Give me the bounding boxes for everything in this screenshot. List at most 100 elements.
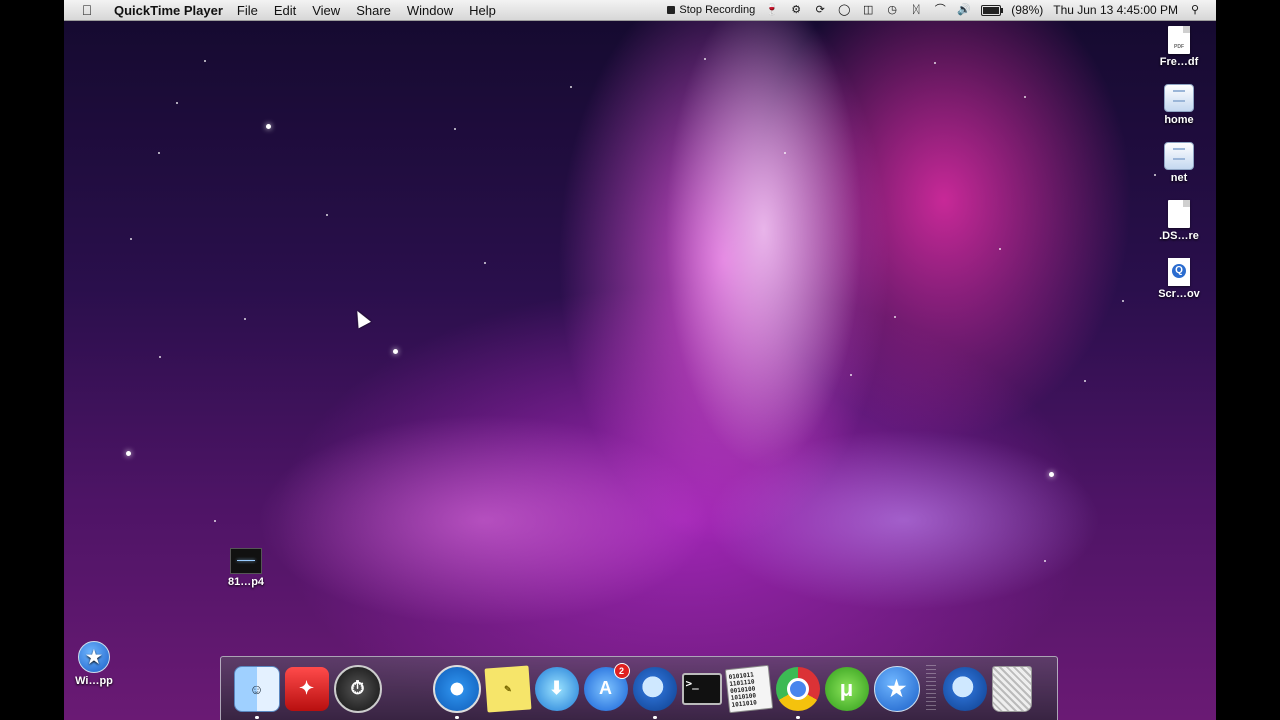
dock-quicktime-doc[interactable] (942, 666, 987, 711)
star (393, 349, 398, 354)
menu-clock[interactable]: Thu Jun 13 4:45:00 PM (1053, 3, 1178, 17)
dock-utorrent[interactable]: μ (824, 666, 869, 711)
menu-view[interactable]: View (312, 3, 340, 18)
letterbox-left (0, 0, 64, 720)
dock-safari[interactable] (432, 664, 481, 719)
star-app-icon: ★ (78, 641, 110, 673)
star (484, 262, 486, 264)
star (570, 86, 572, 88)
blank-document-icon (1168, 200, 1190, 228)
star (244, 318, 246, 320)
desktop-icon-net[interactable]: net (1149, 142, 1209, 184)
star (266, 124, 271, 129)
network-drive-icon (1164, 142, 1194, 170)
desktop-icon-label: Wi…pp (75, 675, 113, 687)
star (850, 374, 852, 376)
dock-binary-app[interactable]: 0101011 1101110 0010100 1010100 1011010 (724, 664, 773, 713)
desktop-icon-screen-recording[interactable]: Scr…ov (1149, 258, 1209, 300)
star (1084, 380, 1086, 382)
stop-recording-button[interactable]: Stop Recording (667, 4, 755, 16)
search-icon[interactable]: ⚲ (1188, 4, 1202, 16)
dock-star-app[interactable]: ★ (873, 665, 920, 712)
desktop-icon-label: net (1170, 172, 1188, 184)
desktop-icon-home[interactable]: home (1149, 84, 1209, 126)
app-menu[interactable]: QuickTime Player (114, 3, 223, 18)
menu-edit[interactable]: Edit (274, 3, 296, 18)
dock-quicktime[interactable] (632, 666, 677, 719)
star (999, 248, 1001, 250)
menu-help[interactable]: Help (469, 3, 496, 18)
wine-glass-icon[interactable]: 🍷 (765, 4, 779, 16)
dock-trash[interactable] (991, 665, 1032, 712)
dashboard-icon: ⏱ (350, 678, 365, 698)
sync-icon[interactable]: ⟳ (813, 4, 827, 16)
star (1044, 560, 1046, 562)
menu-bar:  QuickTime Player File Edit View Share … (64, 0, 1216, 21)
desktop-icon-label: Fre…df (1159, 56, 1199, 68)
star (1122, 300, 1124, 302)
star (204, 60, 206, 62)
star (176, 102, 178, 104)
bluetooth-icon[interactable]: ᛞ (909, 4, 923, 16)
battery-icon[interactable] (981, 4, 1004, 16)
running-indicator (795, 715, 800, 719)
dock-photo-booth[interactable]: ✦ (284, 666, 329, 711)
star (454, 128, 456, 130)
stop-icon (667, 6, 676, 14)
dock-dashboard[interactable]: ⏱ (333, 664, 382, 713)
dock-stickies[interactable]: ✎ (484, 665, 531, 712)
dock-finder[interactable]: ☺ (233, 665, 280, 719)
desktop-icon-label: .DS…re (1159, 230, 1199, 242)
volume-icon[interactable]: 🔊 (957, 4, 971, 16)
finder-icon: ☺ (249, 680, 264, 697)
star-icon: ★ (886, 675, 907, 701)
desktop-icon-video[interactable]: 81…p4 (216, 548, 276, 588)
star (704, 58, 706, 60)
menu-file[interactable]: File (237, 3, 258, 18)
ring-icon[interactable]: ◯ (837, 4, 851, 16)
dock-app-store[interactable]: A 2 (583, 662, 630, 711)
desktop-wallpaper (64, 0, 1216, 720)
running-indicator (254, 715, 259, 719)
desktop-icon-label: 81…p4 (227, 576, 265, 588)
desktop-icon-ds-store[interactable]: .DS…re (1149, 200, 1209, 242)
dock-downloader[interactable]: ⬇ (534, 666, 579, 711)
time-machine-icon[interactable]: ◷ (885, 4, 899, 16)
apple-icon[interactable]:  (78, 2, 96, 18)
desktop-icon-app[interactable]: ★ Wi…pp (64, 641, 124, 687)
terminal-prompt: >_ (685, 676, 699, 690)
dock: ☺ ✦ ⏱ ✎ ⬇ A 2 >_ 0101011 1101110 0010100… (220, 656, 1058, 720)
dock-terminal[interactable]: >_ (681, 672, 722, 705)
star (1049, 472, 1054, 477)
gear-icon[interactable]: ⚙ (789, 4, 803, 16)
star (158, 152, 160, 154)
running-indicator (652, 715, 657, 719)
star (1024, 96, 1026, 98)
desktop-icon-pdf[interactable]: PDF Fre…df (1149, 26, 1209, 68)
utorrent-icon: μ (839, 675, 854, 701)
split-icon[interactable]: ◫ (861, 4, 875, 16)
stop-recording-label: Stop Recording (679, 4, 756, 16)
photo-booth-icon: ✦ (298, 678, 315, 698)
video-file-icon (230, 548, 262, 574)
star (130, 238, 132, 240)
stickies-icon: ✎ (503, 682, 512, 694)
menu-share[interactable]: Share (356, 3, 391, 18)
running-indicator (454, 715, 459, 719)
wifi-icon[interactable]: ⌒ (933, 4, 947, 16)
binary-text: 0101011 1101110 0010100 1010100 1011010 (727, 670, 757, 708)
app-store-badge: 2 (613, 662, 630, 679)
star (934, 62, 936, 64)
star (326, 214, 328, 216)
dock-separator (926, 664, 936, 713)
app-store-icon: A (599, 678, 612, 698)
pdf-document-icon: PDF (1168, 26, 1190, 54)
star (214, 520, 216, 522)
star (126, 451, 131, 456)
menu-window[interactable]: Window (407, 3, 453, 18)
desktop-icon-label: home (1164, 114, 1194, 126)
battery-percent: (98%) (1011, 3, 1044, 17)
battery-fill (983, 6, 1000, 14)
dock-chrome[interactable] (775, 666, 820, 719)
star (894, 316, 896, 318)
